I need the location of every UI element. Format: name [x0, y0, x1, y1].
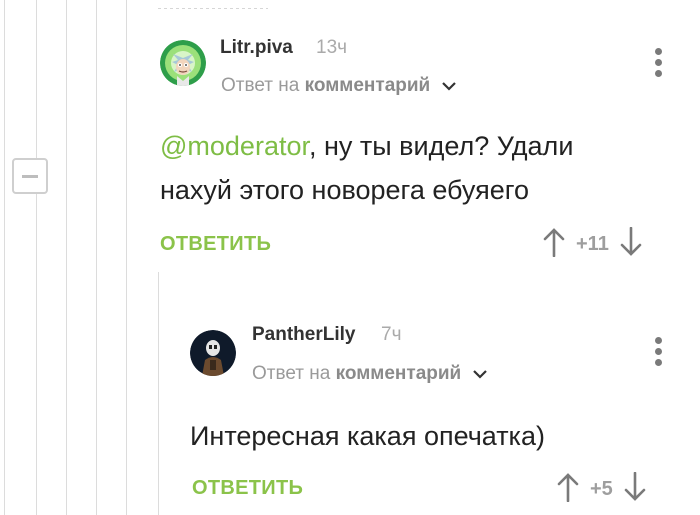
thread-line [126, 0, 127, 515]
username[interactable]: Litr.piva [220, 37, 293, 59]
score: +5 [590, 478, 613, 500]
thread-line [4, 0, 5, 515]
more-options-icon[interactable] [655, 48, 663, 81]
reply-target[interactable]: комментарий [305, 75, 431, 96]
comment-text: Интересная какая опечатка) [190, 421, 545, 451]
thread-line [36, 0, 37, 515]
timestamp: 13ч [316, 37, 348, 58]
thread-line [158, 272, 159, 515]
minus-icon [22, 174, 38, 178]
rick-avatar-icon[interactable] [160, 40, 206, 86]
divider [158, 8, 268, 9]
reply-prefix: Ответ на [221, 75, 300, 97]
upvote-icon[interactable] [556, 472, 580, 507]
thread-line [96, 0, 97, 515]
more-options-icon[interactable] [655, 337, 663, 370]
downvote-icon[interactable] [623, 471, 647, 507]
chevron-down-icon[interactable] [441, 75, 456, 97]
mention-link[interactable]: @moderator [160, 131, 309, 161]
collapse-thread-button[interactable] [12, 158, 48, 194]
score: +11 [576, 233, 609, 255]
reply-context[interactable]: Ответ на комментарий [252, 363, 487, 385]
thread-line [66, 0, 67, 515]
username[interactable]: PantherLily [252, 324, 355, 346]
reply-button[interactable]: ОТВЕТИТЬ [192, 477, 303, 500]
downvote-icon[interactable] [619, 226, 643, 262]
comment-text-line: нахуй этого новорега ебуяего [160, 175, 530, 205]
reply-target[interactable]: комментарий [336, 363, 462, 384]
comment-text-line: , ну ты видел? Удали [308, 131, 574, 161]
timestamp: 7ч [381, 324, 402, 345]
upvote-icon[interactable] [542, 227, 566, 262]
masked-figure-avatar-icon[interactable] [190, 330, 236, 376]
reply-context[interactable]: Ответ на комментарий [221, 75, 456, 97]
vote-controls: +11 [542, 226, 643, 262]
reply-prefix: Ответ на [252, 363, 331, 385]
reply-button[interactable]: ОТВЕТИТЬ [160, 233, 271, 256]
vote-controls: +5 [556, 471, 647, 507]
chevron-down-icon[interactable] [472, 363, 487, 385]
comment-text: @moderator, ну ты видел? Удали нахуй это… [160, 124, 660, 212]
